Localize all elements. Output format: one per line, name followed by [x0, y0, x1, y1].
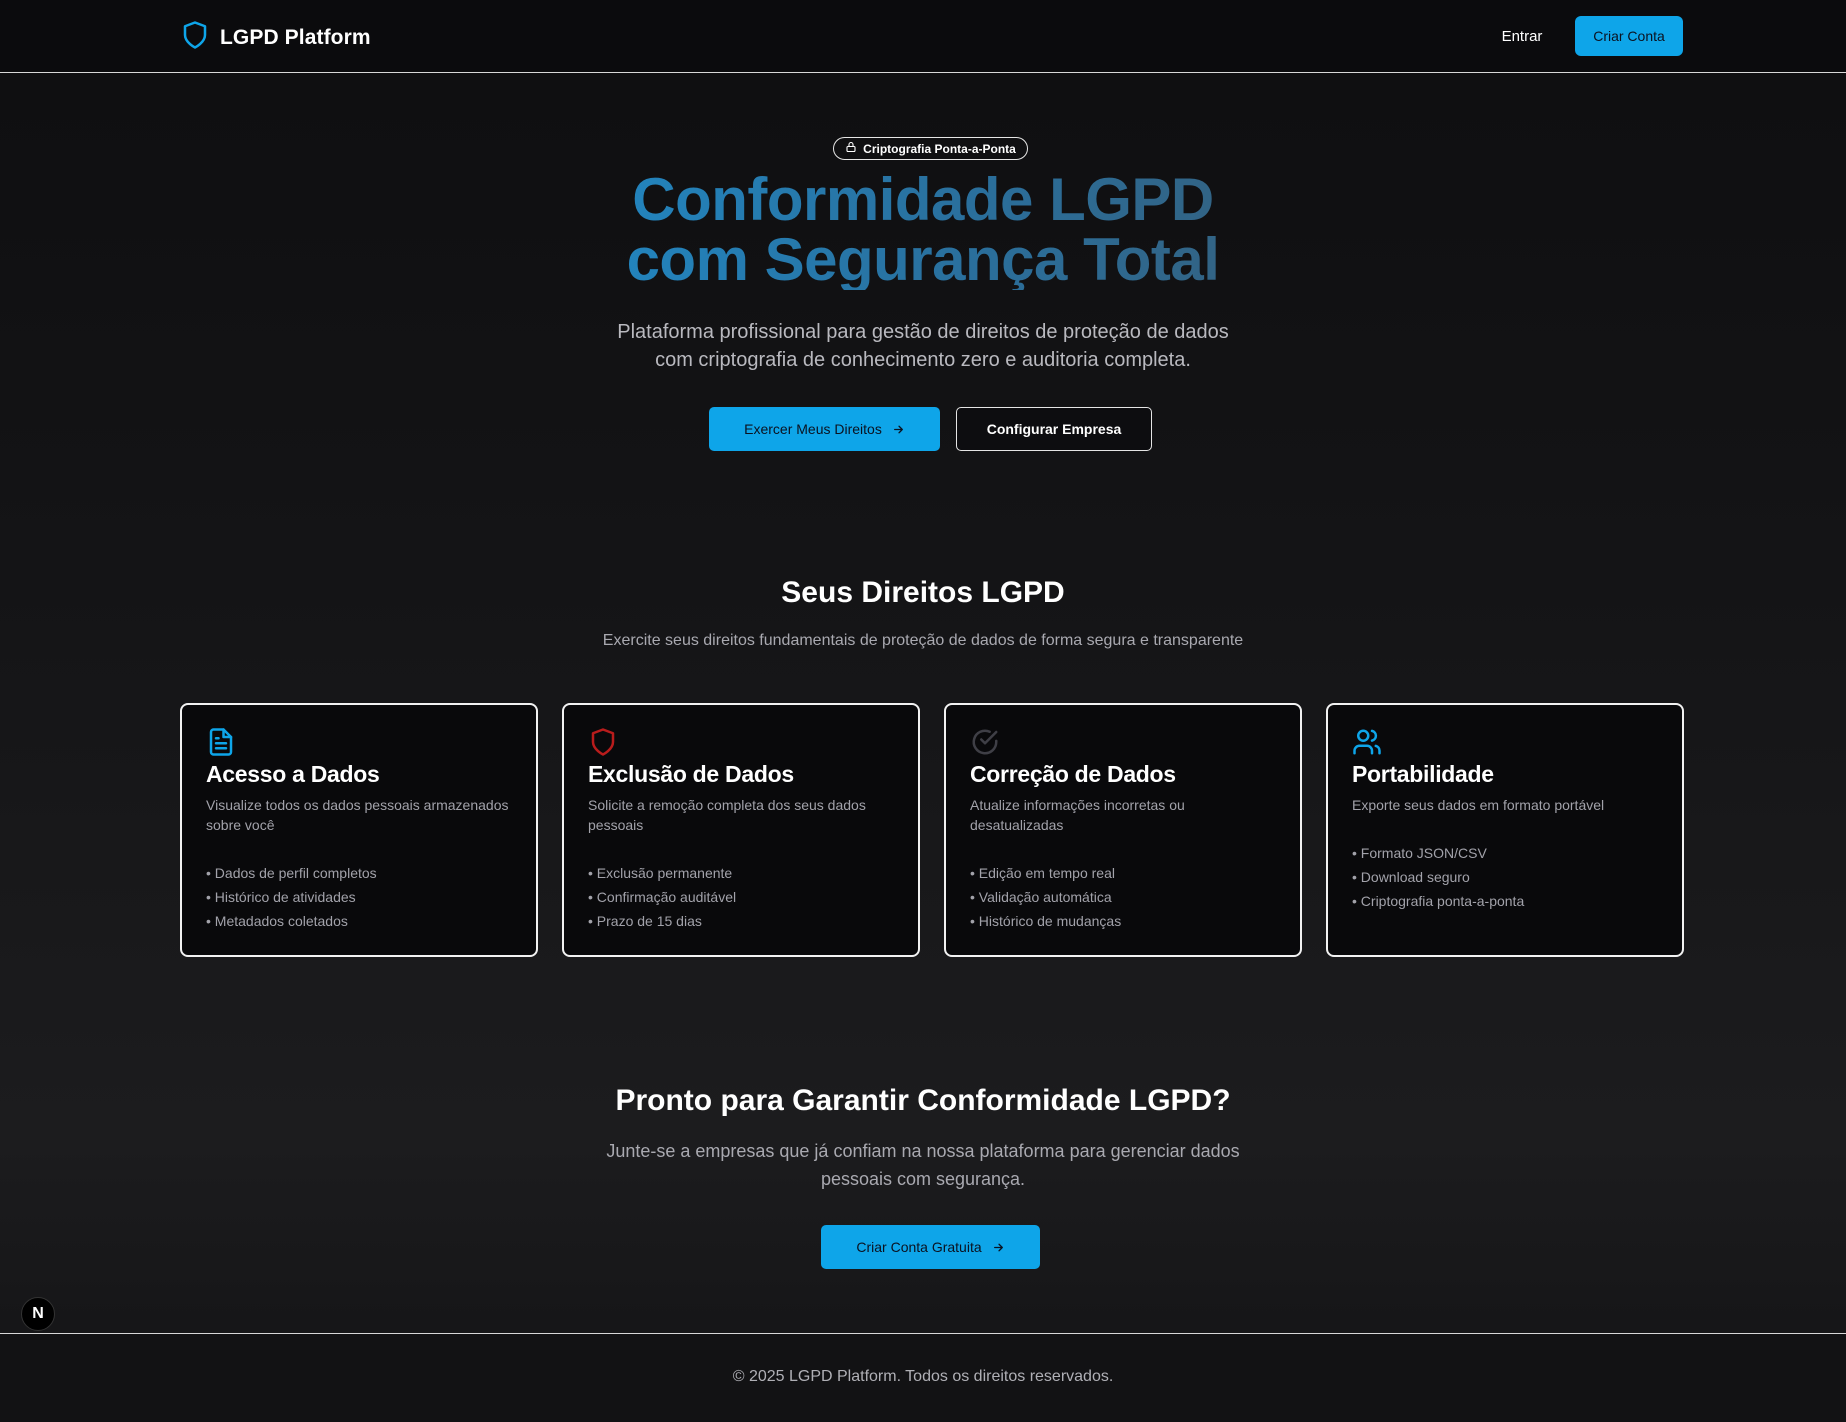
card-description: Atualize informações incorretas ou desat…	[970, 797, 1185, 833]
cta-subtitle-line-2: pessoais com segurança.	[820, 1169, 1026, 1189]
rights-section-title: Seus Direitos LGPD	[781, 576, 1065, 609]
shield-icon	[588, 727, 618, 757]
hero-title-line-2: com Segurança Total	[626, 226, 1220, 293]
create-free-account-button[interactable]: Criar Conta Gratuita	[821, 1225, 1040, 1269]
cta-subtitle-line-1: Junte-se a empresas que já confiam na no…	[606, 1141, 1240, 1161]
list-item: • Criptografia ponta-a-ponta	[1352, 893, 1525, 909]
signup-button[interactable]: Criar Conta	[1575, 16, 1683, 56]
list-item: • Histórico de mudanças	[970, 913, 1122, 929]
hero-title: Conformidade LGPD com Segurança Total	[423, 170, 1423, 290]
rights-section-subtitle: Exercite seus direitos fundamentais de p…	[602, 632, 1244, 649]
users-icon	[1352, 727, 1382, 757]
exercise-rights-label: Exercer Meus Direitos	[744, 421, 882, 437]
cta-subtitle: Junte-se a empresas que já confiam na no…	[573, 1137, 1273, 1193]
list-item: • Formato JSON/CSV	[1352, 845, 1487, 861]
hero-subtitle: Plataforma profissional para gestão de d…	[523, 318, 1323, 374]
lock-icon	[845, 141, 857, 156]
configure-company-button[interactable]: Configurar Empresa	[956, 407, 1152, 451]
exercise-rights-button[interactable]: Exercer Meus Direitos	[709, 407, 940, 451]
card-title: Exclusão de Dados	[588, 761, 794, 787]
card-data-portability[interactable]: Portabilidade Exporte seus dados em form…	[1326, 703, 1684, 957]
card-feature-list: • Edição em tempo real • Validação autom…	[970, 861, 1276, 933]
card-description: Solicite a remoção completa dos seus dad…	[588, 797, 866, 833]
list-item: • Dados de perfil completos	[206, 865, 377, 881]
card-data-access[interactable]: Acesso a Dados Visualize todos os dados …	[180, 703, 538, 957]
shield-logo-icon	[180, 18, 210, 57]
card-feature-list: • Exclusão permanente • Confirmação audi…	[588, 861, 894, 933]
list-item: • Exclusão permanente	[588, 865, 733, 881]
arrow-right-icon	[992, 1241, 1005, 1254]
card-description: Exporte seus dados em formato portável	[1352, 797, 1605, 813]
dev-tools-badge[interactable]: N	[21, 1297, 55, 1331]
hero-title-line-1: Conformidade LGPD	[632, 166, 1214, 233]
list-item: • Prazo de 15 dias	[588, 913, 702, 929]
brand-logo-link[interactable]: LGPD Platform	[180, 18, 371, 57]
encryption-badge-label: Criptografia Ponta-a-Ponta	[863, 141, 1016, 156]
hero-subtitle-line-1: Plataforma profissional para gestão de d…	[617, 321, 1229, 343]
file-text-icon	[206, 727, 236, 757]
list-item: • Confirmação auditável	[588, 889, 737, 905]
list-item: • Edição em tempo real	[970, 865, 1115, 881]
card-title: Correção de Dados	[970, 761, 1176, 787]
hero-subtitle-line-2: com criptografia de conhecimento zero e …	[655, 349, 1191, 371]
list-item: • Download seguro	[1352, 869, 1470, 885]
check-circle-icon	[970, 727, 1000, 757]
footer: © 2025 LGPD Platform. Todos os direitos …	[0, 1333, 1846, 1422]
card-title: Portabilidade	[1352, 761, 1494, 787]
cta-title: Pronto para Garantir Conformidade LGPD?	[615, 1084, 1231, 1117]
list-item: • Validação automática	[970, 889, 1112, 905]
list-item: • Metadados coletados	[206, 913, 348, 929]
card-description: Visualize todos os dados pessoais armaze…	[206, 797, 509, 833]
brand-name: LGPD Platform	[220, 25, 371, 49]
create-free-account-label: Criar Conta Gratuita	[856, 1239, 982, 1255]
card-data-correction[interactable]: Correção de Dados Atualize informações i…	[944, 703, 1302, 957]
card-feature-list: • Formato JSON/CSV • Download seguro • C…	[1352, 841, 1658, 913]
card-title: Acesso a Dados	[206, 761, 380, 787]
card-data-deletion[interactable]: Exclusão de Dados Solicite a remoção com…	[562, 703, 920, 957]
arrow-right-icon	[892, 423, 905, 436]
footer-copyright: © 2025 LGPD Platform. Todos os direitos …	[732, 1368, 1114, 1385]
top-navbar: LGPD Platform Entrar Criar Conta	[0, 0, 1846, 73]
encryption-badge: Criptografia Ponta-a-Ponta	[833, 137, 1028, 160]
login-button[interactable]: Entrar	[1488, 16, 1556, 56]
list-item: • Histórico de atividades	[206, 889, 356, 905]
card-feature-list: • Dados de perfil completos • Histórico …	[206, 861, 512, 933]
